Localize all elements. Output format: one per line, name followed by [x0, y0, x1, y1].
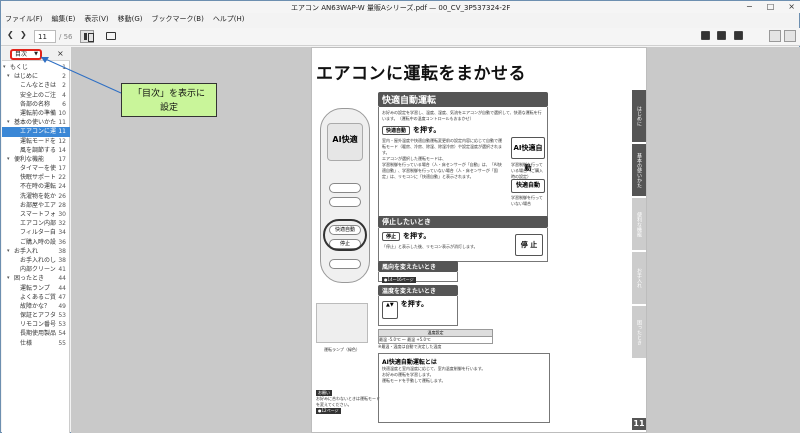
application-window: エアコン AN63WAP-W 量販Aシリーズ.pdf — 00_CV_3P537… [0, 0, 800, 433]
callout-line-1: 「目次」を表示に [132, 89, 205, 99]
callout-arrow [40, 56, 122, 94]
annotation-callout: 「目次」を表示に 設定 [121, 83, 217, 117]
callout-line-2: 設定 [159, 103, 178, 113]
